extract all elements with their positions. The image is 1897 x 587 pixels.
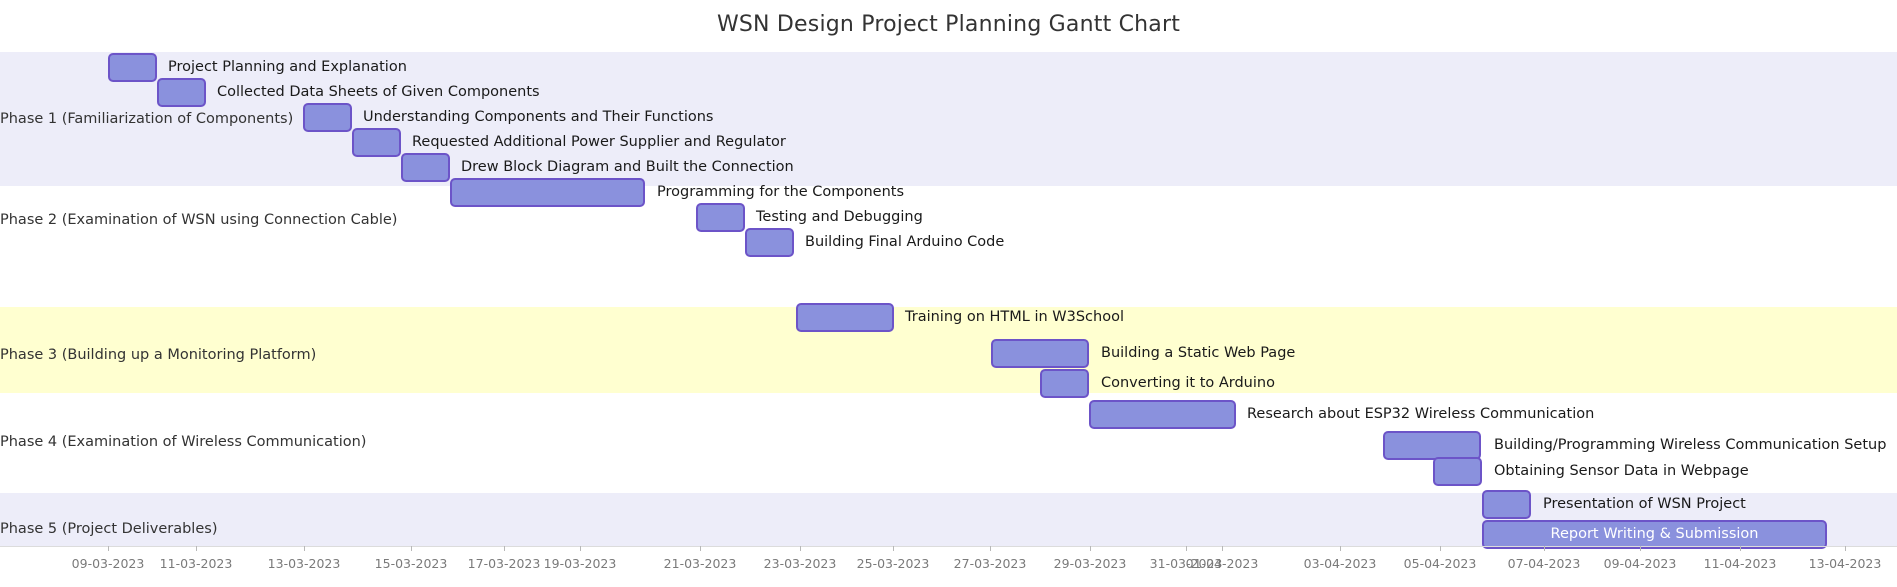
x-axis-tick-label: 11-03-2023: [159, 556, 233, 571]
x-axis-tick-mark: [196, 546, 197, 551]
x-axis-tick-label: 19-03-2023: [543, 556, 617, 571]
x-axis-tick-label: 09-03-2023: [71, 556, 145, 571]
task-bar[interactable]: [1482, 490, 1531, 519]
section-label-phase-5: Phase 5 (Project Deliverables): [0, 521, 218, 537]
task-label: Training on HTML in W3School: [905, 309, 1124, 325]
task-bar[interactable]: [745, 228, 794, 257]
task-bar[interactable]: [303, 103, 352, 132]
x-axis-tick-label: 13-03-2023: [267, 556, 341, 571]
x-axis-tick-mark: [1186, 546, 1187, 551]
x-axis-tick-mark: [893, 546, 894, 551]
x-axis-tick-mark: [580, 546, 581, 551]
task-bar[interactable]: [450, 178, 645, 207]
task-label: Obtaining Sensor Data in Webpage: [1494, 463, 1749, 479]
section-label-phase-4: Phase 4 (Examination of Wireless Communi…: [0, 434, 367, 450]
x-axis-tick-label: 01-04-2023: [1185, 556, 1259, 571]
task-bar[interactable]: [796, 303, 894, 332]
task-bar[interactable]: [1433, 457, 1482, 486]
task-label: Presentation of WSN Project: [1543, 496, 1746, 512]
task-bar[interactable]: [1089, 400, 1236, 429]
task-bar[interactable]: [157, 78, 206, 107]
task-label: Building Final Arduino Code: [805, 234, 1005, 250]
x-axis-tick-mark: [411, 546, 412, 551]
x-axis-tick-label: 05-04-2023: [1403, 556, 1477, 571]
x-axis-tick-mark: [1222, 546, 1223, 551]
x-axis-tick-mark: [800, 546, 801, 551]
x-axis-tick-mark: [990, 546, 991, 551]
task-bar[interactable]: [991, 339, 1089, 368]
x-axis-tick-mark: [1845, 546, 1846, 551]
x-axis-tick-label: 27-03-2023: [953, 556, 1027, 571]
task-bar[interactable]: [1383, 431, 1481, 460]
task-bar[interactable]: [696, 203, 745, 232]
task-bar[interactable]: [352, 128, 401, 157]
section-label-phase-2: Phase 2 (Examination of WSN using Connec…: [0, 212, 398, 228]
x-axis-tick-mark: [304, 546, 305, 551]
x-axis-tick-mark: [1640, 546, 1641, 551]
x-axis-tick-mark: [504, 546, 505, 551]
gantt-chart: WSN Design Project Planning Gantt Chart …: [0, 0, 1897, 587]
x-axis-tick-mark: [1544, 546, 1545, 551]
task-label: Building a Static Web Page: [1101, 345, 1296, 361]
task-bar[interactable]: [1040, 369, 1089, 398]
x-axis-tick-label: 03-04-2023: [1303, 556, 1377, 571]
x-axis-tick-label: 15-03-2023: [374, 556, 448, 571]
x-axis-tick-label: 17-03-2023: [467, 556, 541, 571]
x-axis-tick-label: 21-03-2023: [663, 556, 737, 571]
task-bar[interactable]: [108, 53, 157, 82]
x-axis-tick-label: 23-03-2023: [763, 556, 837, 571]
task-label: Report Writing & Submission: [1550, 526, 1759, 542]
x-axis-tick-label: 07-04-2023: [1507, 556, 1581, 571]
x-axis-tick-mark: [1090, 546, 1091, 551]
x-axis-tick-mark: [1340, 546, 1341, 551]
section-label-phase-3: Phase 3 (Building up a Monitoring Platfo…: [0, 347, 317, 363]
x-axis-tick-mark: [1740, 546, 1741, 551]
x-axis-tick-mark: [1440, 546, 1441, 551]
section-label-phase-1: Phase 1 (Familiarization of Components): [0, 111, 294, 127]
axis-line: [0, 546, 1897, 547]
task-label: Building/Programming Wireless Communicat…: [1494, 437, 1887, 453]
task-bar[interactable]: [401, 153, 450, 182]
x-axis-tick-mark: [108, 546, 109, 551]
x-axis-tick-label: 11-04-2023: [1703, 556, 1777, 571]
x-axis-tick-label: 09-04-2023: [1603, 556, 1677, 571]
x-axis-tick-mark: [700, 546, 701, 551]
task-label: Converting it to Arduino: [1101, 375, 1275, 391]
x-axis-tick-label: 25-03-2023: [856, 556, 930, 571]
x-axis-tick-label: 29-03-2023: [1053, 556, 1127, 571]
task-label: Research about ESP32 Wireless Communicat…: [1247, 406, 1595, 422]
x-axis-tick-label: 13-04-2023: [1808, 556, 1882, 571]
chart-title: WSN Design Project Planning Gantt Chart: [716, 12, 1181, 37]
